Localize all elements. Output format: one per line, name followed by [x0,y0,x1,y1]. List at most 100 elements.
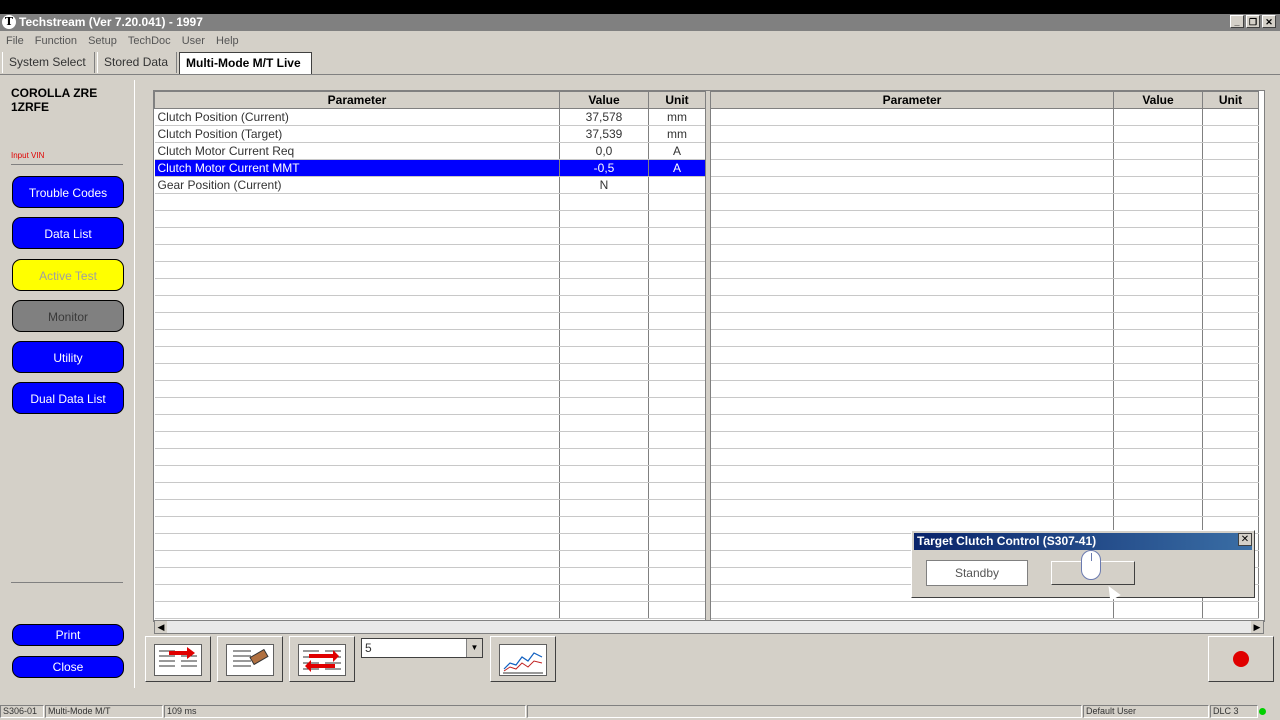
table-row[interactable]: Clutch Position (Current) 37,578 mm [154,108,706,126]
empty-table-row[interactable] [154,295,706,313]
empty-table-row[interactable] [710,312,1259,330]
close-button[interactable]: Close [12,656,124,678]
empty-table-row[interactable] [154,397,706,415]
trouble-codes-button[interactable]: Trouble Codes [12,176,124,208]
scroll-right-icon[interactable]: ▶ [1251,621,1263,633]
table-row[interactable]: Clutch Motor Current MMT -0,5 A [154,159,706,177]
empty-table-row[interactable] [710,261,1259,279]
empty-cell [648,244,706,262]
sort-data-button[interactable] [289,636,355,682]
empty-table-row[interactable] [154,584,706,602]
empty-table-row[interactable] [154,244,706,262]
column-header-value[interactable]: Value [559,91,649,109]
empty-table-row[interactable] [154,601,706,619]
empty-table-row[interactable] [710,159,1259,177]
empty-table-row[interactable] [710,176,1259,194]
empty-table-row[interactable] [154,363,706,381]
empty-table-row[interactable] [154,533,706,551]
utility-button[interactable]: Utility [12,341,124,373]
empty-table-row[interactable] [710,601,1259,619]
column-header-parameter[interactable]: Parameter [710,91,1114,109]
horizontal-scrollbar[interactable]: ◀ ▶ [154,620,1264,634]
empty-table-row[interactable] [710,295,1259,313]
record-snapshot-button[interactable] [217,636,283,682]
monitor-button[interactable]: Monitor [12,300,124,332]
tab-system-select[interactable]: System Select [2,52,95,73]
dialog-close-icon[interactable]: ✕ [1238,533,1252,546]
empty-table-row[interactable] [154,482,706,500]
empty-cell [710,261,1114,279]
tab-stored-data[interactable]: Stored Data [97,52,177,73]
table-row[interactable]: Clutch Motor Current Req 0,0 A [154,142,706,160]
empty-cell [710,499,1114,517]
empty-table-row[interactable] [154,312,706,330]
empty-table-row[interactable] [710,448,1259,466]
empty-table-row[interactable] [154,210,706,228]
empty-table-row[interactable] [154,499,706,517]
empty-table-row[interactable] [154,261,706,279]
input-vin-link[interactable]: Input VIN [11,151,44,160]
menu-techdoc[interactable]: TechDoc [128,35,171,47]
empty-table-row[interactable] [710,363,1259,381]
empty-table-row[interactable] [710,210,1259,228]
empty-table-row[interactable] [154,567,706,585]
swap-list-icon [298,644,346,676]
menu-setup[interactable]: Setup [88,35,117,47]
menu-help[interactable]: Help [216,35,239,47]
empty-table-row[interactable] [710,380,1259,398]
graph-view-button[interactable] [490,636,556,682]
close-window-button[interactable]: ✕ [1262,15,1276,28]
empty-table-row[interactable] [154,431,706,449]
menu-user[interactable]: User [182,35,205,47]
empty-table-row[interactable] [710,193,1259,211]
print-button[interactable]: Print [12,624,124,646]
empty-table-row[interactable] [710,397,1259,415]
empty-table-row[interactable] [710,125,1259,143]
empty-table-row[interactable] [154,193,706,211]
empty-cell [648,346,706,364]
empty-table-row[interactable] [710,414,1259,432]
table-row[interactable]: Clutch Position (Target) 37,539 mm [154,125,706,143]
data-list-button[interactable]: Data List [12,217,124,249]
empty-table-row[interactable] [154,380,706,398]
menu-file[interactable]: File [6,35,24,47]
empty-table-row[interactable] [710,465,1259,483]
empty-table-row[interactable] [154,448,706,466]
empty-table-row[interactable] [710,499,1259,517]
empty-table-row[interactable] [710,278,1259,296]
column-header-unit[interactable]: Unit [648,91,706,109]
minimize-button[interactable]: _ [1230,15,1244,28]
empty-table-row[interactable] [154,278,706,296]
empty-table-row[interactable] [710,482,1259,500]
column-header-parameter[interactable]: Parameter [154,91,560,109]
empty-table-row[interactable] [710,329,1259,347]
empty-table-row[interactable] [154,516,706,534]
tab-multi-mode-mt-live[interactable]: Multi-Mode M/T Live [179,52,312,74]
restore-button[interactable]: ❐ [1246,15,1260,28]
scroll-left-icon[interactable]: ◀ [155,621,167,633]
record-button[interactable] [1208,636,1274,682]
empty-table-row[interactable] [154,414,706,432]
dual-data-list-button[interactable]: Dual Data List [12,382,124,414]
chevron-down-icon[interactable]: ▼ [466,639,482,657]
empty-table-row[interactable] [154,346,706,364]
empty-table-row[interactable] [710,244,1259,262]
column-header-value[interactable]: Value [1113,91,1203,109]
empty-table-row[interactable] [710,142,1259,160]
empty-cell [559,261,649,279]
sidebar-divider [11,164,123,165]
menu-function[interactable]: Function [35,35,77,47]
select-data-button[interactable] [145,636,211,682]
empty-table-row[interactable] [710,346,1259,364]
empty-table-row[interactable] [710,227,1259,245]
empty-table-row[interactable] [710,108,1259,126]
table-row[interactable]: Gear Position (Current) N [154,176,706,194]
empty-table-row[interactable] [154,465,706,483]
sample-count-select[interactable]: 5 ▼ [361,638,483,658]
column-header-unit[interactable]: Unit [1202,91,1259,109]
empty-table-row[interactable] [154,227,706,245]
active-test-button[interactable]: Active Test [12,259,124,291]
empty-table-row[interactable] [710,431,1259,449]
empty-table-row[interactable] [154,329,706,347]
empty-table-row[interactable] [154,550,706,568]
